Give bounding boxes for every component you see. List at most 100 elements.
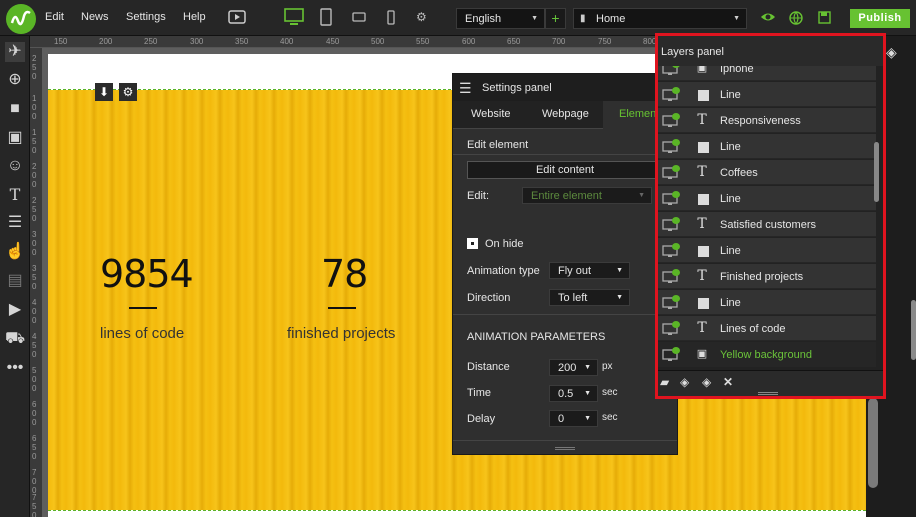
add-element-icon[interactable]: ⊕ <box>5 70 25 90</box>
layers-panel-header[interactable]: Layers panel <box>658 36 883 66</box>
tab-element[interactable]: Element <box>619 108 659 120</box>
edit-content-button[interactable]: Edit content <box>467 161 663 179</box>
add-language-button[interactable]: + <box>545 8 566 29</box>
layer-name: Lines of code <box>720 323 786 335</box>
resize-grip-icon[interactable] <box>758 392 778 395</box>
text-layer-icon: T <box>697 268 707 284</box>
device-visibility-icon[interactable] <box>661 294 683 312</box>
rocket-icon[interactable]: ✈ <box>5 42 25 62</box>
device-visibility-icon[interactable] <box>661 190 683 208</box>
layers-stack-icon[interactable]: ◈ <box>886 44 897 61</box>
layer-down-icon[interactable]: ◈ <box>680 375 689 389</box>
device-visibility-icon[interactable] <box>661 242 683 260</box>
layer-row[interactable]: T Coffees <box>658 160 876 185</box>
delay-input[interactable]: 0 ▼ <box>549 410 598 427</box>
direction-select[interactable]: To left ▼ <box>549 289 630 306</box>
builder-app: Edit News Settings Help ⚙ English ▼ + ▮ … <box>0 0 916 517</box>
window-scrollbar[interactable] <box>911 300 916 360</box>
mobile-view-icon[interactable] <box>387 10 395 27</box>
tablet-view-icon[interactable] <box>320 8 332 28</box>
layer-row[interactable]: T Lines of code <box>658 316 876 341</box>
settings-panel-header[interactable]: ☰ Settings panel <box>453 74 677 101</box>
tablet-landscape-view-icon[interactable] <box>352 11 366 25</box>
layer-row[interactable]: Line <box>658 134 876 159</box>
tab-website[interactable]: Website <box>471 108 511 120</box>
folder-icon[interactable]: ▰ <box>660 375 669 389</box>
layer-up-icon[interactable]: ◈ <box>702 375 711 389</box>
element-settings-icon[interactable]: ⚙ <box>119 83 137 101</box>
animation-type-label: Animation type <box>467 265 540 277</box>
eye-icon <box>672 165 680 172</box>
device-visibility-icon[interactable] <box>661 346 683 364</box>
time-input[interactable]: 0.5 ▼ <box>549 385 598 402</box>
device-visibility-icon[interactable] <box>661 216 683 234</box>
layer-row[interactable]: Line <box>658 82 876 107</box>
gears-icon[interactable]: ⚙ <box>416 11 427 23</box>
chevron-down-icon: ▼ <box>584 390 591 397</box>
layer-row[interactable]: ▣ Yellow background <box>658 342 876 367</box>
device-visibility-icon[interactable] <box>661 320 683 338</box>
layers-scrollbar[interactable] <box>874 142 879 202</box>
more-dots-icon[interactable]: ••• <box>5 358 25 378</box>
layer-row[interactable]: ▣ Iphone <box>658 66 876 81</box>
page-footer-area[interactable] <box>48 510 866 517</box>
edit-scope-value: Entire element <box>531 190 602 202</box>
box-icon[interactable]: ■ <box>5 99 25 119</box>
app-logo[interactable] <box>6 4 36 34</box>
stat-divider[interactable] <box>129 307 157 309</box>
image-icon[interactable]: ▣ <box>5 128 25 148</box>
layer-row[interactable]: Line <box>658 186 876 211</box>
save-icon[interactable] <box>818 11 831 26</box>
eye-icon[interactable] <box>760 11 776 25</box>
preview-play-icon[interactable] <box>228 10 246 26</box>
layer-row[interactable]: Line <box>658 290 876 315</box>
layer-row[interactable]: Line <box>658 238 876 263</box>
device-visibility-icon[interactable] <box>661 138 683 156</box>
distance-input[interactable]: 200 ▼ <box>549 359 598 376</box>
page-select[interactable]: ▮ Home ▼ <box>573 8 747 29</box>
device-visibility-icon[interactable] <box>661 268 683 286</box>
tab-webpage[interactable]: Webpage <box>542 108 589 120</box>
publish-button[interactable]: Publish <box>850 9 910 28</box>
text-icon[interactable]: T <box>5 185 25 205</box>
map-icon[interactable]: ▤ <box>5 271 25 291</box>
stat-label-lines[interactable]: lines of code <box>100 325 184 342</box>
globe-icon[interactable] <box>789 11 803 27</box>
video-play-icon[interactable]: ▶ <box>5 300 25 320</box>
layer-row[interactable]: T Finished projects <box>658 264 876 289</box>
delete-icon[interactable]: ✕ <box>723 375 733 389</box>
edit-scope-select[interactable]: Entire element ▼ <box>522 187 652 204</box>
delay-value: 0 <box>558 413 565 425</box>
hand-pointer-icon[interactable]: ☝ <box>5 242 25 262</box>
menu-settings[interactable]: Settings <box>126 11 166 23</box>
stat-value-lines[interactable]: 9854 <box>100 252 194 296</box>
device-visibility-icon[interactable] <box>661 164 683 182</box>
time-label: Time <box>467 387 492 399</box>
layer-row[interactable]: T Responsiveness <box>658 108 876 133</box>
layer-name: Satisfied customers <box>720 219 816 231</box>
stat-value-projects[interactable]: 78 <box>321 252 368 296</box>
stat-divider[interactable] <box>328 307 356 309</box>
desktop-view-icon[interactable] <box>284 8 304 28</box>
resize-grip-icon[interactable] <box>555 447 575 450</box>
menu-edit[interactable]: Edit <box>45 11 64 23</box>
menu-news[interactable]: News <box>81 11 109 23</box>
animation-type-select[interactable]: Fly out ▼ <box>549 262 630 279</box>
menu-help[interactable]: Help <box>183 11 206 23</box>
menu-icon[interactable]: ☰ <box>5 213 25 233</box>
cart-icon[interactable]: ⛟ <box>5 329 25 349</box>
smiley-icon[interactable]: ☺ <box>5 156 25 176</box>
device-visibility-icon[interactable] <box>661 112 683 130</box>
language-select[interactable]: English ▼ <box>456 8 545 29</box>
device-visibility-icon[interactable] <box>661 86 683 104</box>
on-hide-checkbox[interactable] <box>467 238 478 249</box>
download-icon[interactable]: ⬇ <box>95 83 113 101</box>
canvas-scrollbar[interactable] <box>868 398 878 488</box>
checkbox-mark <box>471 242 474 245</box>
layer-name: Coffees <box>720 167 758 179</box>
stat-label-projects[interactable]: finished projects <box>287 325 395 342</box>
layer-row[interactable]: T Satisfied customers <box>658 212 876 237</box>
divider <box>453 440 677 441</box>
ruler-tick: 450 <box>32 332 37 359</box>
device-visibility-icon[interactable] <box>661 66 683 78</box>
